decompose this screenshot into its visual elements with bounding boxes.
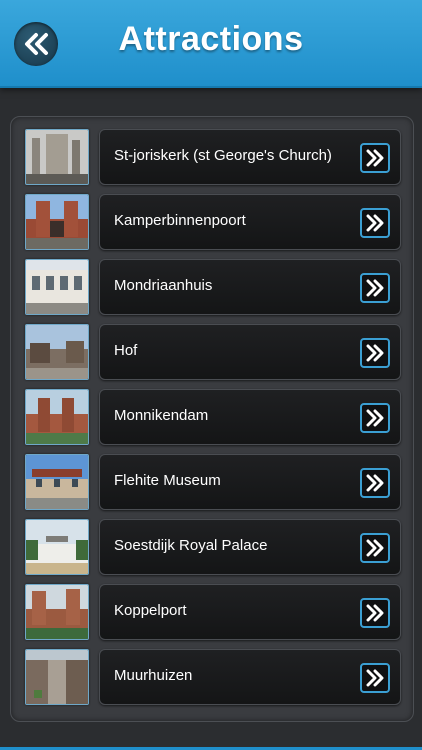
open-attraction-button[interactable] — [360, 403, 390, 433]
list-item[interactable]: Flehite Museum — [23, 454, 401, 512]
attraction-thumbnail — [25, 454, 89, 510]
header-bar: Attractions — [0, 0, 422, 86]
attraction-button[interactable]: Kamperbinnenpoort — [99, 194, 401, 250]
open-attraction-button[interactable] — [360, 598, 390, 628]
double-chevron-right-icon — [366, 149, 384, 167]
attraction-name: Koppelport — [114, 602, 187, 619]
open-attraction-button[interactable] — [360, 338, 390, 368]
attraction-thumbnail — [25, 129, 89, 185]
attraction-thumbnail — [25, 584, 89, 640]
attraction-name: Muurhuizen — [114, 667, 193, 684]
attraction-thumbnail — [25, 519, 89, 575]
double-chevron-right-icon — [366, 604, 384, 622]
attraction-button[interactable]: Flehite Museum — [99, 454, 401, 510]
open-attraction-button[interactable] — [360, 468, 390, 498]
list-item[interactable]: Muurhuizen — [23, 649, 401, 707]
attraction-name: Kamperbinnenpoort — [114, 212, 246, 229]
attraction-name: Mondriaanhuis — [114, 277, 213, 294]
attraction-button[interactable]: Mondriaanhuis — [99, 259, 401, 315]
double-chevron-right-icon — [366, 279, 384, 297]
page-title: Attractions — [118, 20, 304, 58]
attraction-button[interactable]: Muurhuizen — [99, 649, 401, 705]
attractions-list: St-joriskerk (st George's Church) Kamper… — [10, 116, 414, 722]
attraction-thumbnail — [25, 649, 89, 705]
attraction-button[interactable]: Hof — [99, 324, 401, 380]
list-item[interactable]: St-joriskerk (st George's Church) — [23, 129, 401, 187]
attraction-button[interactable]: St-joriskerk (st George's Church) — [99, 129, 401, 185]
list-item[interactable]: Kamperbinnenpoort — [23, 194, 401, 252]
list-item[interactable]: Hof — [23, 324, 401, 382]
attraction-name: St-joriskerk (st George's Church) — [114, 147, 332, 164]
double-chevron-right-icon — [366, 409, 384, 427]
open-attraction-button[interactable] — [360, 273, 390, 303]
attraction-thumbnail — [25, 259, 89, 315]
attraction-name: Hof — [114, 342, 138, 359]
attraction-button[interactable]: Soestdijk Royal Palace — [99, 519, 401, 575]
double-chevron-right-icon — [366, 214, 384, 232]
attraction-thumbnail — [25, 194, 89, 250]
attraction-thumbnail — [25, 324, 89, 380]
attraction-button[interactable]: Monnikendam — [99, 389, 401, 445]
list-item[interactable]: Koppelport — [23, 584, 401, 642]
attraction-name: Soestdijk Royal Palace — [114, 537, 268, 554]
list-item[interactable]: Monnikendam — [23, 389, 401, 447]
double-chevron-right-icon — [366, 474, 384, 492]
attraction-button[interactable]: Koppelport — [99, 584, 401, 640]
attraction-name: Monnikendam — [114, 407, 209, 424]
open-attraction-button[interactable] — [360, 143, 390, 173]
open-attraction-button[interactable] — [360, 533, 390, 563]
list-item[interactable]: Soestdijk Royal Palace — [23, 519, 401, 577]
attraction-thumbnail — [25, 389, 89, 445]
double-chevron-right-icon — [366, 669, 384, 687]
attraction-name: Flehite Museum — [114, 472, 221, 489]
list-item[interactable]: Mondriaanhuis — [23, 259, 401, 317]
double-chevron-right-icon — [366, 539, 384, 557]
open-attraction-button[interactable] — [360, 208, 390, 238]
open-attraction-button[interactable] — [360, 663, 390, 693]
double-chevron-right-icon — [366, 344, 384, 362]
